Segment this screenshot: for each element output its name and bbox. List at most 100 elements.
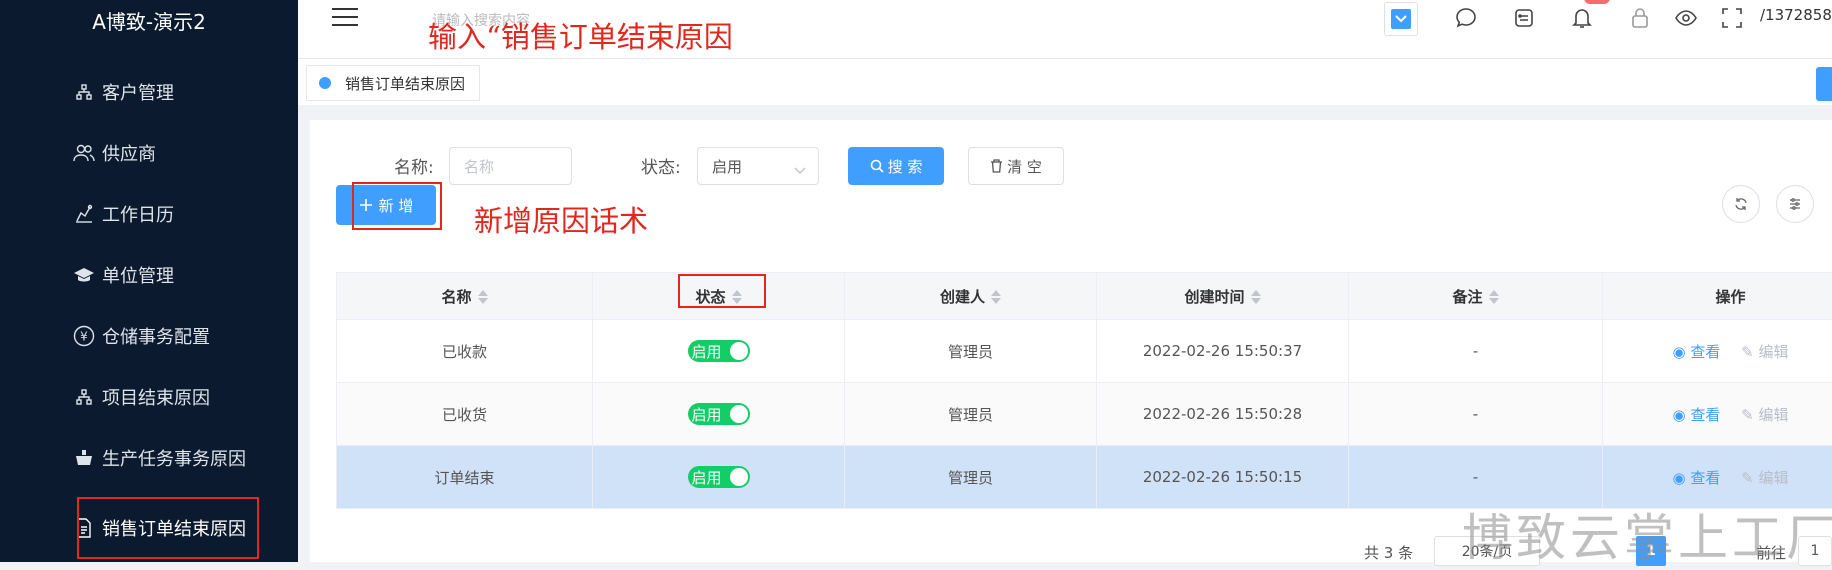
top-header: 请输入搜索内容 输入“销售订单结束原因 /13728588 bbox=[298, 0, 1832, 59]
sidebar-item-work-calendar[interactable]: 工作日历 bbox=[72, 194, 174, 234]
sidebar-item-label: 仓储事务配置 bbox=[102, 323, 210, 349]
search-button[interactable]: 搜 索 bbox=[848, 147, 944, 185]
basket-icon bbox=[72, 446, 96, 470]
sidebar-item-production-task-reason[interactable]: 生产任务事务原因 bbox=[72, 438, 246, 478]
column-header-note[interactable]: 备注 bbox=[1349, 273, 1603, 320]
status-toggle[interactable]: 启用 bbox=[688, 466, 750, 488]
tab-scroll-button[interactable] bbox=[1816, 67, 1832, 101]
cell-actions: ◉ 查看 ✎ 编辑 bbox=[1603, 383, 1832, 446]
theme-select[interactable] bbox=[1384, 2, 1418, 36]
sidebar-item-label: 生产任务事务原因 bbox=[102, 445, 246, 471]
edit-link[interactable]: ✎ 编辑 bbox=[1741, 469, 1788, 487]
column-header-name[interactable]: 名称 bbox=[337, 273, 593, 320]
eye-icon[interactable] bbox=[1674, 6, 1698, 30]
pencil-icon: ✎ bbox=[1741, 469, 1754, 487]
table-row[interactable]: 已收款 启用 管理员 2022-02-26 15:50:37 - ◉ 查看 ✎ … bbox=[337, 320, 1832, 383]
clear-button[interactable]: 清 空 bbox=[968, 147, 1064, 185]
bell-icon[interactable] bbox=[1570, 6, 1594, 30]
eye-icon: ◉ bbox=[1672, 469, 1685, 487]
cell-note: - bbox=[1349, 383, 1603, 446]
cell-name: 订单结束 bbox=[337, 446, 593, 509]
eye-icon: ◉ bbox=[1672, 406, 1685, 424]
clipboard-icon[interactable] bbox=[1512, 6, 1536, 30]
edit-link[interactable]: ✎ 编辑 bbox=[1741, 406, 1788, 424]
sidebar-item-label: 供应商 bbox=[102, 140, 156, 166]
edit-link[interactable]: ✎ 编辑 bbox=[1741, 343, 1788, 361]
sidebar-item-project-end-reason[interactable]: 项目结束原因 bbox=[72, 377, 210, 417]
sort-icon[interactable] bbox=[478, 290, 488, 304]
yen-circle-icon: ¥ bbox=[72, 324, 96, 348]
cell-created-time: 2022-02-26 15:50:28 bbox=[1097, 383, 1349, 446]
sliders-icon bbox=[1788, 197, 1802, 211]
reasons-table: 名称 状态 创建人 创建时间 备注 操作 已收款 启用 管理员 2022-02-… bbox=[336, 272, 1832, 509]
cell-note: - bbox=[1349, 320, 1603, 383]
status-toggle[interactable]: 启用 bbox=[688, 403, 750, 425]
tab-sales-order-end-reason[interactable]: 销售订单结束原因 bbox=[306, 65, 480, 101]
search-icon bbox=[870, 159, 884, 173]
sidebar-item-customer[interactable]: 客户管理 bbox=[72, 72, 174, 112]
notification-badge bbox=[1584, 0, 1610, 4]
cell-created-time: 2022-02-26 15:50:37 bbox=[1097, 320, 1349, 383]
sidebar-item-warehouse-config[interactable]: ¥ 仓储事务配置 bbox=[72, 316, 210, 356]
sidebar-item-sales-order-end-reason[interactable]: 销售订单结束原因 bbox=[72, 508, 246, 548]
add-button[interactable]: 新 增 bbox=[336, 185, 436, 225]
sidebar-item-label: 项目结束原因 bbox=[102, 384, 210, 410]
sidebar-item-unit-management[interactable]: 单位管理 bbox=[72, 255, 174, 295]
sidebar: A博致-演示2 客户管理 供应商 工作日历 单位管理 ¥ 仓储事务配置 项目结束… bbox=[0, 0, 298, 562]
clear-button-label: 清 空 bbox=[1007, 156, 1042, 177]
column-header-actions: 操作 bbox=[1603, 273, 1832, 320]
cell-actions: ◉ 查看 ✎ 编辑 bbox=[1603, 320, 1832, 383]
cell-status: 启用 bbox=[593, 320, 845, 383]
sidebar-item-supplier[interactable]: 供应商 bbox=[72, 133, 156, 173]
table-header-row: 名称 状态 创建人 创建时间 备注 操作 bbox=[337, 273, 1832, 320]
org-tree-icon bbox=[72, 385, 96, 409]
hamburger-menu-icon[interactable] bbox=[332, 8, 358, 28]
column-header-creator[interactable]: 创建人 bbox=[845, 273, 1097, 320]
sort-icon[interactable] bbox=[991, 290, 1001, 304]
app-title: A博致-演示2 bbox=[0, 6, 298, 35]
status-filter-label: 状态: bbox=[641, 153, 681, 178]
sidebar-item-label: 单位管理 bbox=[102, 262, 174, 288]
chat-icon[interactable] bbox=[1454, 6, 1478, 30]
status-select-value: 启用 bbox=[712, 156, 742, 177]
column-header-created-time[interactable]: 创建时间 bbox=[1097, 273, 1349, 320]
view-link[interactable]: ◉ 查看 bbox=[1672, 406, 1720, 424]
graduation-cap-icon bbox=[72, 263, 96, 287]
table-row[interactable]: 已收货 启用 管理员 2022-02-26 15:50:28 - ◉ 查看 ✎ … bbox=[337, 383, 1832, 446]
sort-icon[interactable] bbox=[1251, 290, 1261, 304]
cell-creator: 管理员 bbox=[845, 446, 1097, 509]
annotation-top: 输入“销售订单结束原因 bbox=[428, 14, 733, 56]
tab-label: 销售订单结束原因 bbox=[345, 73, 465, 94]
cell-status: 启用 bbox=[593, 446, 845, 509]
plus-icon bbox=[359, 198, 373, 212]
lock-icon[interactable] bbox=[1628, 6, 1652, 30]
user-account[interactable]: /13728588 bbox=[1760, 6, 1832, 24]
sort-icon[interactable] bbox=[1489, 290, 1499, 304]
cell-created-time: 2022-02-26 15:50:15 bbox=[1097, 446, 1349, 509]
refresh-icon bbox=[1734, 197, 1748, 211]
sidebar-item-label: 客户管理 bbox=[102, 79, 174, 105]
annotation-add: 新增原因话术 bbox=[474, 198, 648, 240]
document-icon bbox=[72, 516, 96, 540]
trash-icon bbox=[990, 159, 1003, 173]
cell-name: 已收货 bbox=[337, 383, 593, 446]
sidebar-item-label: 工作日历 bbox=[102, 201, 174, 227]
pencil-icon: ✎ bbox=[1741, 406, 1754, 424]
status-filter-select[interactable]: 启用 bbox=[697, 147, 819, 185]
view-link[interactable]: ◉ 查看 bbox=[1672, 469, 1720, 487]
column-header-status[interactable]: 状态 bbox=[593, 273, 845, 320]
fullscreen-icon[interactable] bbox=[1720, 6, 1744, 30]
tab-bar: 销售订单结束原因 bbox=[298, 59, 1832, 105]
org-tree-icon bbox=[72, 80, 96, 104]
sort-icon[interactable] bbox=[732, 290, 742, 304]
name-filter-input[interactable]: 名称 bbox=[449, 147, 572, 185]
name-filter-label: 名称: bbox=[394, 153, 434, 178]
view-link[interactable]: ◉ 查看 bbox=[1672, 343, 1720, 361]
eye-icon: ◉ bbox=[1672, 343, 1685, 361]
cell-status: 启用 bbox=[593, 383, 845, 446]
cell-creator: 管理员 bbox=[845, 383, 1097, 446]
status-toggle[interactable]: 启用 bbox=[688, 340, 750, 362]
chevron-down-icon bbox=[1391, 9, 1411, 29]
refresh-button[interactable] bbox=[1722, 185, 1760, 223]
column-settings-button[interactable] bbox=[1776, 185, 1814, 223]
